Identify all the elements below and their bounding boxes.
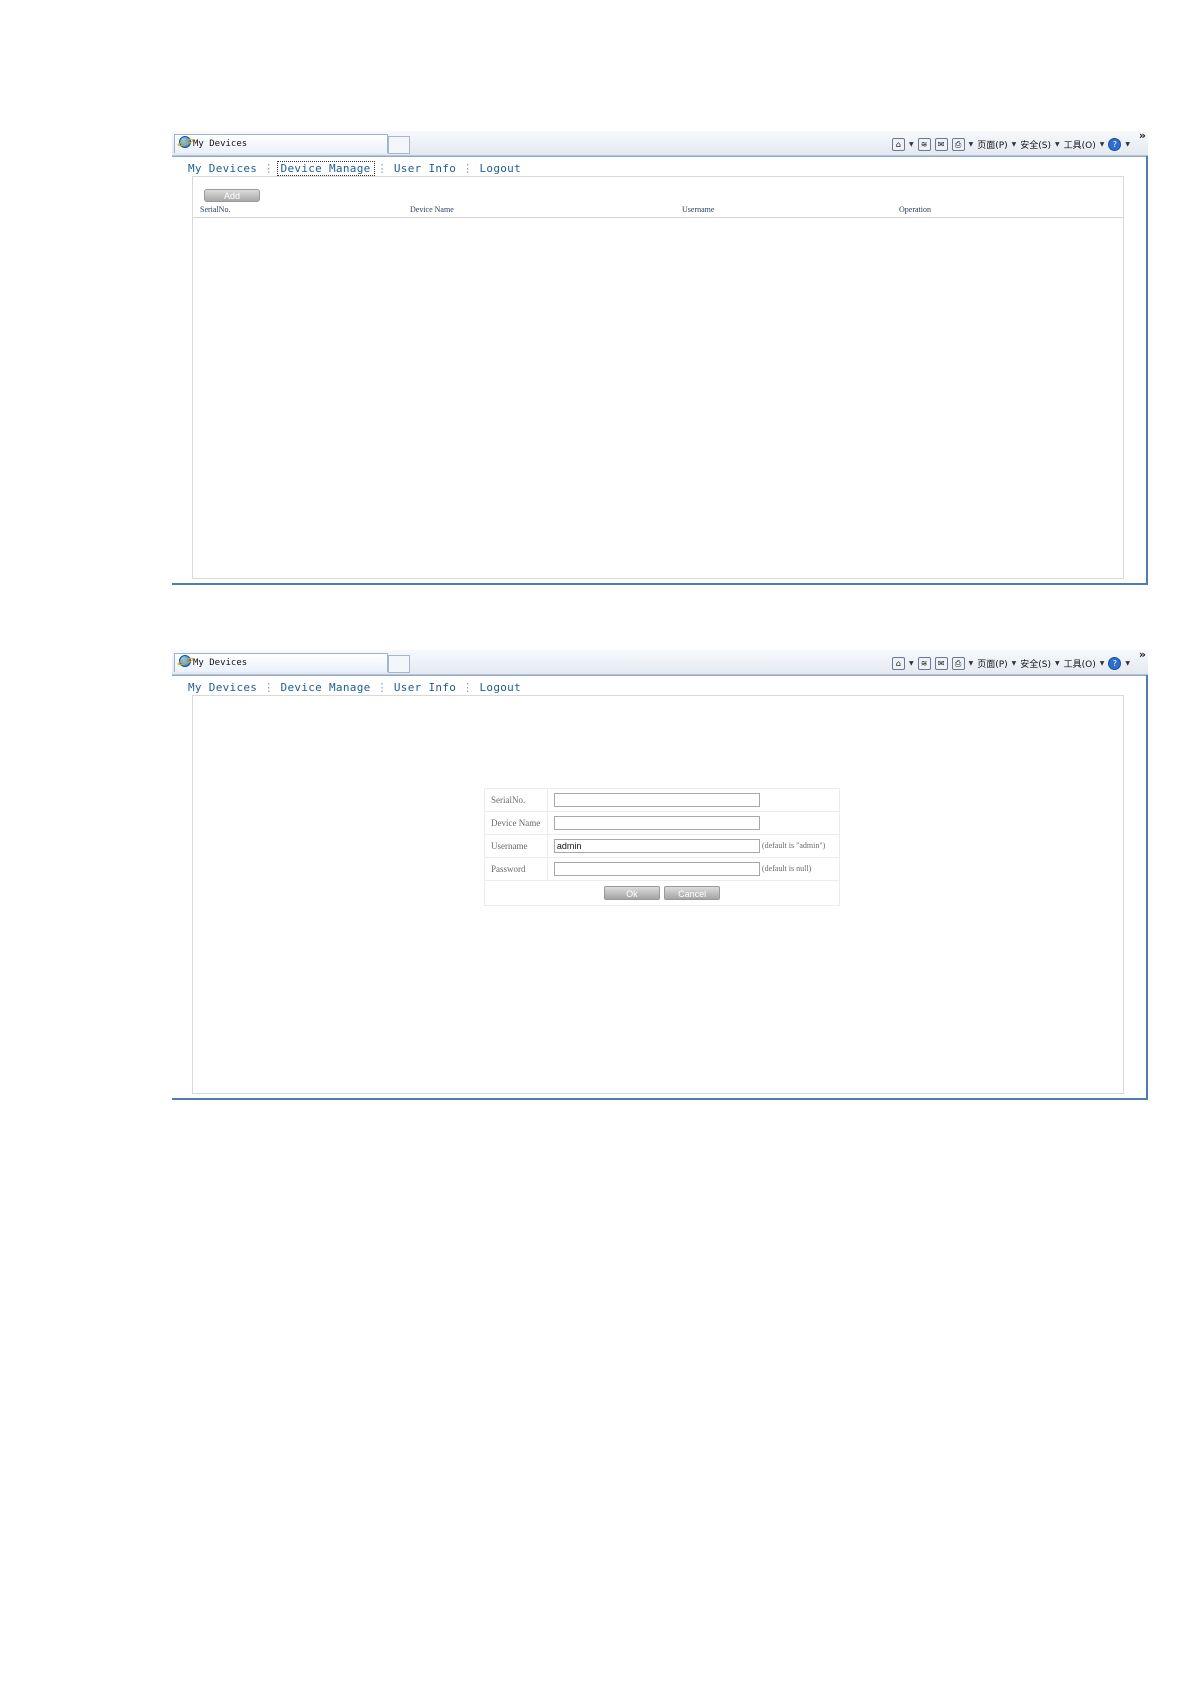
browser-tab[interactable]: My Devices [174, 653, 388, 672]
print-icon[interactable]: ⎙ [951, 656, 965, 670]
serialno-label: SerialNo. [484, 788, 548, 812]
home-icon[interactable]: ⌂ [891, 137, 905, 151]
username-input[interactable] [553, 839, 760, 853]
nav-device-manage[interactable]: Device Manage [278, 681, 374, 694]
ok-button[interactable]: Ok [603, 886, 660, 900]
safety-menu[interactable]: 安全(S) [1020, 657, 1051, 670]
page-area: My Devices ⋮ Device Manage ⋮ User Info ⋮… [172, 675, 1148, 1100]
device-list-screenshot: My Devices ⌂ ▼ ≋ ✉ ⎙ ▼ 页面(P) ▼ 安全(S) ▼ 工具(O)… [172, 129, 1148, 585]
add-device-screenshot: My Devices ⌂ ▼ ≋ ✉ ⎙ ▼ 页面(P) ▼ 安全(S) ▼ 工具(O)… [172, 648, 1148, 1100]
form-row-password: Password (default is null) [484, 857, 841, 881]
browser-tab-bar: My Devices ⌂ ▼ ≋ ✉ ⎙ ▼ 页面(P) ▼ 安全(S) ▼ 工具(O)… [172, 129, 1148, 156]
column-header-operation: Operation [899, 205, 931, 214]
table-header: SerialNo. Device Name Username Operation [193, 204, 1123, 218]
column-header-username: Username [682, 205, 715, 214]
nav-separator: ⋮ [462, 681, 474, 694]
top-nav: My Devices ⋮ Device Manage ⋮ User Info ⋮… [185, 161, 524, 176]
nav-logout[interactable]: Logout [476, 162, 524, 175]
device-list-panel: Add SerialNo. Device Name Username Opera… [192, 176, 1124, 579]
command-bar: ⌂ ▼ ≋ ✉ ⎙ ▼ 页面(P) ▼ 安全(S) ▼ 工具(O) ▼ ? ▼ [891, 135, 1130, 153]
home-icon[interactable]: ⌂ [891, 656, 905, 670]
chevron-down-icon[interactable]: ▼ [1100, 141, 1105, 148]
nav-separator: ⋮ [376, 162, 388, 175]
nav-separator: ⋮ [462, 162, 474, 175]
chevron-down-icon[interactable]: ▼ [1125, 141, 1130, 148]
nav-separator: ⋮ [376, 681, 388, 694]
safety-menu[interactable]: 安全(S) [1020, 138, 1051, 151]
mail-icon[interactable]: ✉ [934, 656, 948, 670]
tools-menu[interactable]: 工具(O) [1064, 138, 1096, 151]
feeds-icon[interactable]: ≋ [917, 137, 931, 151]
nav-user-info[interactable]: User Info [391, 681, 459, 694]
page-menu[interactable]: 页面(P) [977, 657, 1007, 670]
column-header-device-name: Device Name [410, 205, 454, 214]
ie-logo-icon [179, 655, 191, 667]
password-label: Password [484, 857, 548, 881]
form-row-serialno: SerialNo. [484, 788, 841, 812]
add-button[interactable]: Add [204, 189, 260, 202]
more-commands-icon[interactable]: » [1139, 129, 1146, 142]
tab-title: My Devices [193, 658, 248, 668]
chevron-down-icon[interactable]: ▼ [1012, 141, 1017, 148]
form-row-device-name: Device Name [484, 811, 841, 835]
feeds-icon[interactable]: ≋ [917, 656, 931, 670]
more-commands-icon[interactable]: » [1139, 648, 1146, 661]
nav-my-devices[interactable]: My Devices [185, 162, 260, 175]
help-icon[interactable]: ? [1108, 137, 1122, 151]
browser-tab[interactable]: My Devices [174, 134, 388, 153]
new-tab-button[interactable] [388, 655, 410, 673]
username-hint: (default is "admin") [761, 841, 826, 851]
ie-logo-icon [179, 136, 191, 148]
print-icon[interactable]: ⎙ [951, 137, 965, 151]
mail-icon[interactable]: ✉ [934, 137, 948, 151]
form-row-username: Username (default is "admin") [484, 834, 841, 858]
nav-logout[interactable]: Logout [476, 681, 524, 694]
device-name-label: Device Name [484, 811, 548, 835]
chevron-down-icon[interactable]: ▼ [1055, 660, 1060, 667]
device-name-input[interactable] [553, 816, 760, 830]
chevron-down-icon[interactable]: ▼ [1012, 660, 1017, 667]
form-row-buttons: Ok Cancel [484, 880, 840, 906]
browser-tab-bar: My Devices ⌂ ▼ ≋ ✉ ⎙ ▼ 页面(P) ▼ 安全(S) ▼ 工具(O)… [172, 648, 1148, 675]
serialno-input[interactable] [553, 793, 760, 807]
page-area: My Devices ⋮ Device Manage ⋮ User Info ⋮… [172, 156, 1148, 585]
chevron-down-icon[interactable]: ▼ [969, 660, 974, 667]
chevron-down-icon[interactable]: ▼ [1100, 660, 1105, 667]
tab-title: My Devices [193, 139, 248, 149]
nav-my-devices[interactable]: My Devices [185, 681, 260, 694]
password-input[interactable] [553, 862, 760, 876]
chevron-down-icon[interactable]: ▼ [1125, 660, 1130, 667]
nav-device-manage[interactable]: Device Manage [276, 161, 375, 176]
column-header-serialno: SerialNo. [200, 205, 231, 214]
page-menu[interactable]: 页面(P) [977, 138, 1007, 151]
chevron-down-icon[interactable]: ▼ [909, 141, 914, 148]
nav-separator: ⋮ [263, 681, 275, 694]
nav-separator: ⋮ [263, 162, 275, 175]
add-device-panel: SerialNo. Device Name Username (default … [192, 695, 1124, 1094]
cancel-button[interactable]: Cancel [664, 886, 721, 900]
chevron-down-icon[interactable]: ▼ [909, 660, 914, 667]
top-nav: My Devices ⋮ Device Manage ⋮ User Info ⋮… [185, 681, 524, 694]
chevron-down-icon[interactable]: ▼ [1055, 141, 1060, 148]
new-tab-button[interactable] [388, 136, 410, 154]
chevron-down-icon[interactable]: ▼ [969, 141, 974, 148]
help-icon[interactable]: ? [1108, 656, 1122, 670]
nav-user-info[interactable]: User Info [391, 162, 459, 175]
username-label: Username [484, 834, 548, 858]
password-hint: (default is null) [761, 864, 812, 874]
command-bar: ⌂ ▼ ≋ ✉ ⎙ ▼ 页面(P) ▼ 安全(S) ▼ 工具(O) ▼ ? ▼ [891, 654, 1130, 672]
add-device-form: SerialNo. Device Name Username (default … [484, 788, 841, 906]
tools-menu[interactable]: 工具(O) [1064, 657, 1096, 670]
